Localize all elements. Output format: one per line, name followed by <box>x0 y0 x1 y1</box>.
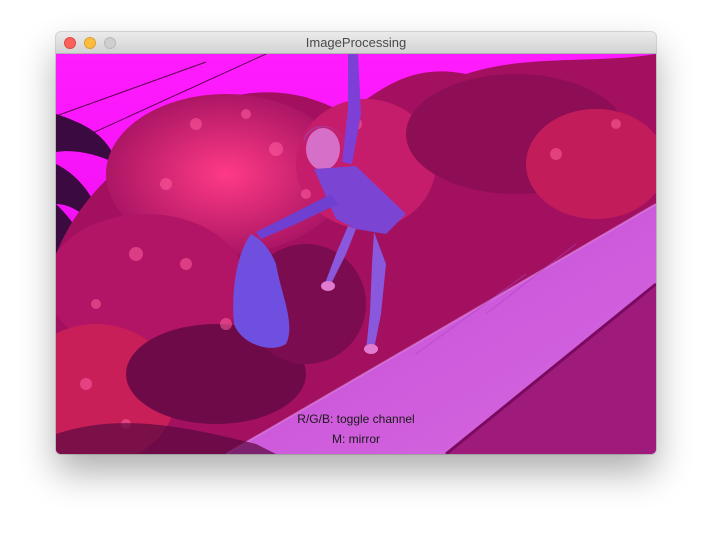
hint-toggle-channel: R/G/B: toggle channel <box>297 412 415 426</box>
processed-photo <box>56 54 656 454</box>
hint-mirror: M: mirror <box>332 432 380 446</box>
title-bar[interactable]: ImageProcessing <box>56 32 656 54</box>
image-canvas[interactable]: R/G/B: toggle channel M: mirror <box>56 54 656 454</box>
window-title: ImageProcessing <box>305 35 407 50</box>
app-window: ImageProcessing R/G/B: toggle channel M:… <box>56 32 656 454</box>
